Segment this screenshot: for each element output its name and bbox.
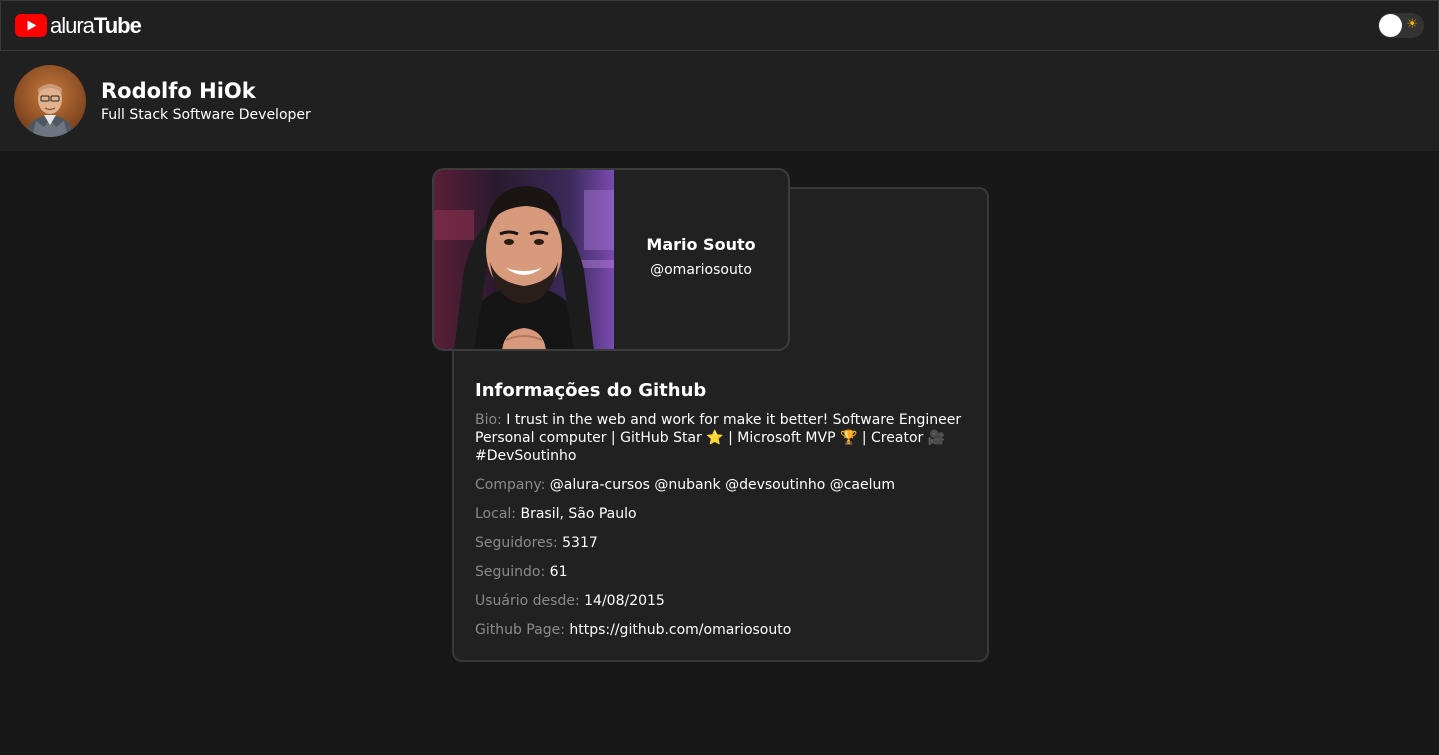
github-page-link[interactable]: https://github.com/omariosouto <box>569 622 791 638</box>
since-row: Usuário desde: 14/08/2015 <box>475 592 965 610</box>
logo-text: aluraTube <box>50 12 142 38</box>
company-row: Company: @alura-cursos @nubank @devsouti… <box>475 476 965 494</box>
bio-row: Bio: I trust in the web and work for mak… <box>475 411 965 465</box>
github-user-card[interactable]: Mario Souto @omariosouto <box>432 168 790 351</box>
sun-icon: ☀ <box>1406 17 1418 32</box>
following-label: Seguindo: <box>475 564 546 580</box>
theme-toggle[interactable]: ☀ <box>1378 13 1424 38</box>
youtube-play-icon <box>15 14 47 37</box>
info-title: Informações do Github <box>475 380 707 401</box>
local-value: Brasil, São Paulo <box>520 506 637 522</box>
user-login[interactable]: @omariosouto <box>650 260 752 280</box>
followers-value: 5317 <box>562 535 598 551</box>
alura-tube-logo[interactable]: aluraTube <box>15 12 142 39</box>
company-label: Company: <box>475 477 546 493</box>
user-name: Mario Souto <box>646 234 756 254</box>
following-value: 61 <box>549 564 568 580</box>
profile-text: Rodolfo HiOk Full Stack Software Develop… <box>101 78 311 125</box>
user-meta: Mario Souto @omariosouto <box>614 170 788 349</box>
avatar <box>14 65 86 137</box>
bio-value: I trust in the web and work for make it … <box>475 412 962 464</box>
following-row: Seguindo: 61 <box>475 563 965 581</box>
github-info-body: Informações do Github Bio: I trust in th… <box>475 379 965 650</box>
toggle-knob <box>1379 14 1402 37</box>
followers-label: Seguidores: <box>475 535 558 551</box>
github-page-row: Github Page: https://github.com/omarioso… <box>475 621 965 639</box>
local-label: Local: <box>475 506 517 522</box>
profile-name: Rodolfo HiOk <box>101 78 256 103</box>
company-value: @alura-cursos @nubank @devsoutinho @cael… <box>549 477 896 493</box>
profile-role: Full Stack Software Developer <box>101 106 311 123</box>
user-photo <box>434 170 614 349</box>
github-page-label: Github Page: <box>475 622 565 638</box>
top-bar: aluraTube ☀ <box>0 0 1439 51</box>
bio-label: Bio: <box>475 412 502 428</box>
local-row: Local: Brasil, São Paulo <box>475 505 965 523</box>
since-label: Usuário desde: <box>475 593 580 609</box>
followers-row: Seguidores: 5317 <box>475 534 965 552</box>
profile-header: Rodolfo HiOk Full Stack Software Develop… <box>0 51 1439 151</box>
since-value: 14/08/2015 <box>584 593 665 609</box>
